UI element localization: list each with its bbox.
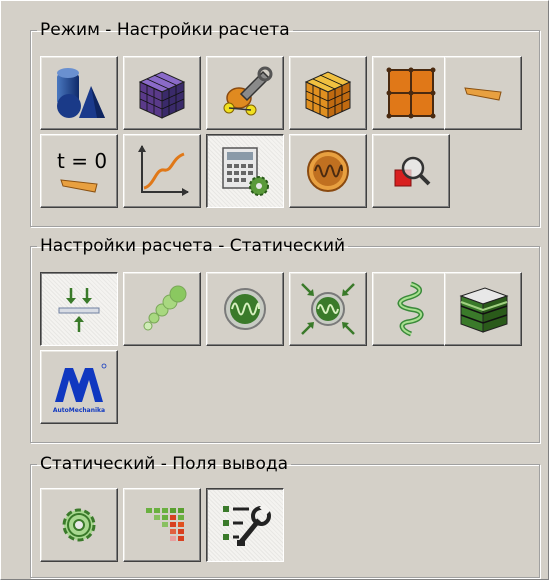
nodes-grid-button[interactable] <box>372 56 450 130</box>
spiral-spring-button[interactable] <box>372 272 450 346</box>
graph-curve-icon <box>138 145 189 196</box>
svg-text:t = 0: t = 0 <box>57 149 107 173</box>
results-field-icon <box>146 508 184 541</box>
oscillation-arrows-icon <box>301 283 355 335</box>
automechanika-logo-icon: AutoMechanika <box>53 363 107 414</box>
list-tools-button[interactable] <box>206 488 284 562</box>
loads-supports-icon <box>58 288 100 332</box>
green-layered-cube-button[interactable] <box>444 272 522 346</box>
green-layered-cube-icon <box>459 287 509 333</box>
automechanika-button[interactable]: AutoMechanika <box>40 350 118 424</box>
nodes-grid-icon <box>386 67 436 119</box>
beads-chain-button[interactable] <box>123 272 201 346</box>
calculator-gear-button[interactable] <box>206 134 284 208</box>
loads-supports-button[interactable] <box>40 272 118 346</box>
mode-settings-group-title: Режим - Настройки расчета <box>40 20 290 40</box>
oscillation-button[interactable] <box>289 134 367 208</box>
spiral-spring-icon <box>397 281 424 337</box>
calculator-gear-icon <box>222 147 269 196</box>
automechanika-logo-text: AutoMechanika <box>53 407 105 414</box>
solid-geometry-icon <box>57 68 105 118</box>
oscillation-arrows-button[interactable] <box>289 272 367 346</box>
orange-mesh-cube-icon <box>304 71 352 119</box>
properties-wrench-icon <box>223 66 273 116</box>
beads-chain-icon <box>143 285 187 331</box>
green-oscillation-icon <box>224 288 266 330</box>
mesh-cube-button[interactable] <box>123 56 201 130</box>
orange-mesh-cube-button[interactable] <box>289 56 367 130</box>
static-settings-group-title: Настройки расчета - Статический <box>40 236 346 256</box>
zoom-inspect-button[interactable] <box>372 134 450 208</box>
results-field-button[interactable] <box>123 488 201 562</box>
properties-wrench-button[interactable] <box>206 56 284 130</box>
green-oscillation-button[interactable] <box>206 272 284 346</box>
zoom-inspect-icon <box>394 156 431 187</box>
gear-settings-button[interactable] <box>40 488 118 562</box>
oscillation-icon <box>307 150 349 192</box>
solid-geometry-button[interactable] <box>40 56 118 130</box>
gear-settings-icon <box>62 508 96 542</box>
list-tools-icon <box>223 503 271 546</box>
beam-element-icon <box>464 87 502 101</box>
beam-element-button[interactable] <box>444 56 522 130</box>
time-step-button[interactable]: t = 0 <box>40 134 118 208</box>
output-fields-group-title: Статический - Поля вывода <box>40 454 289 474</box>
graph-curve-button[interactable] <box>123 134 201 208</box>
mesh-cube-icon <box>138 71 186 119</box>
time-step-icon: t = 0 <box>57 149 107 193</box>
